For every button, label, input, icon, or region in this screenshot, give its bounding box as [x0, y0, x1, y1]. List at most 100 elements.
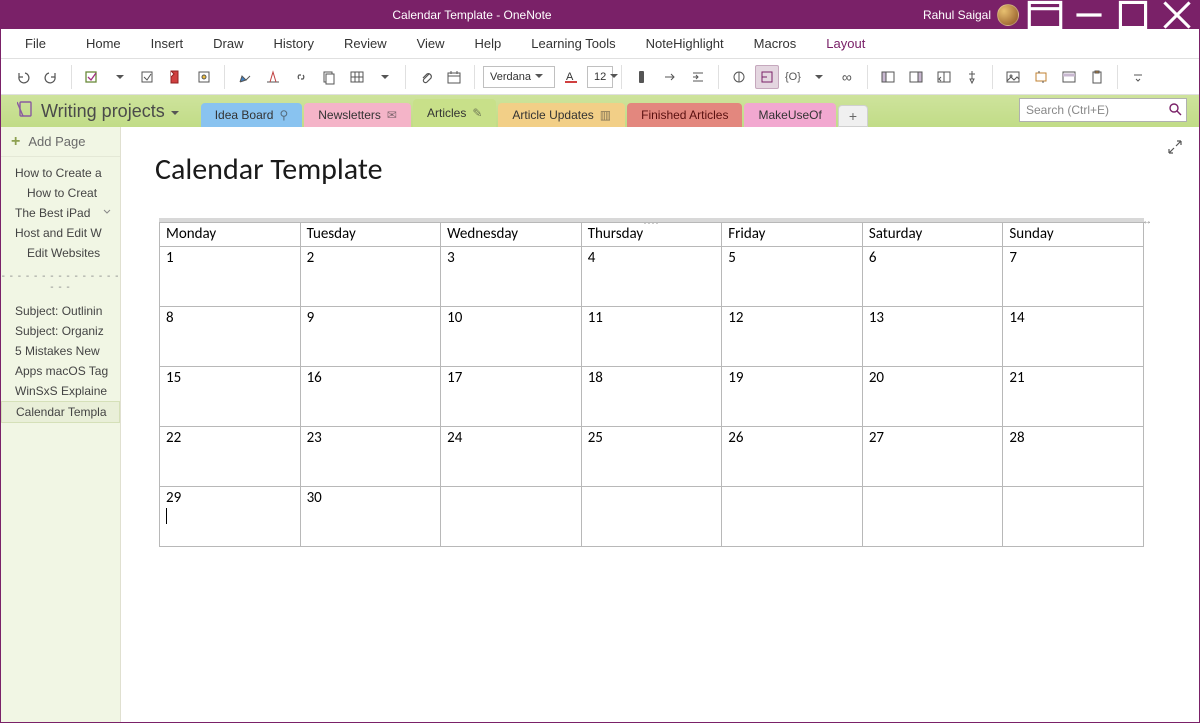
- section-tab-idea-board[interactable]: Idea Board⚲: [201, 103, 303, 127]
- checkbox-tag-button[interactable]: [80, 65, 104, 89]
- calendar-cell[interactable]: 4: [581, 247, 722, 307]
- page-item[interactable]: 5 Mistakes New: [1, 341, 120, 361]
- calendar-cell[interactable]: 2: [300, 247, 441, 307]
- calendar-table[interactable]: MondayTuesdayWednesdayThursdayFridaySatu…: [159, 222, 1144, 547]
- container-button[interactable]: [1057, 65, 1081, 89]
- calendar-cell[interactable]: 29: [160, 487, 301, 547]
- page-item[interactable]: Edit Websites: [1, 243, 120, 263]
- picture-button[interactable]: [1001, 65, 1025, 89]
- maximize-button[interactable]: [1111, 1, 1155, 29]
- calendar-cell[interactable]: 22: [160, 427, 301, 487]
- infinity-button[interactable]: ∞: [835, 65, 859, 89]
- page-item[interactable]: How to Create a: [1, 163, 120, 183]
- link-button[interactable]: [289, 65, 313, 89]
- crop-button[interactable]: [1029, 65, 1053, 89]
- calendar-cell[interactable]: 18: [581, 367, 722, 427]
- calendar-cell[interactable]: 7: [1003, 247, 1144, 307]
- user-area[interactable]: Rahul Saigal: [923, 4, 1023, 26]
- calendar-cell[interactable]: 8: [160, 307, 301, 367]
- page-item[interactable]: The Best iPad: [1, 203, 120, 223]
- eraser-button[interactable]: [630, 65, 654, 89]
- expand-icon[interactable]: [1167, 139, 1183, 158]
- ribbon-overflow-button[interactable]: [1126, 65, 1150, 89]
- calendar-cell[interactable]: [862, 487, 1003, 547]
- redo-button[interactable]: [39, 65, 63, 89]
- calendar-cell[interactable]: 9: [300, 307, 441, 367]
- pen-2-button[interactable]: [261, 65, 285, 89]
- menu-help[interactable]: Help: [461, 32, 516, 55]
- page-item[interactable]: Apps macOS Tag: [1, 361, 120, 381]
- calendar-cell[interactable]: 30: [300, 487, 441, 547]
- calendar-cell[interactable]: 11: [581, 307, 722, 367]
- section-tab-newsletters[interactable]: Newsletters✉: [304, 103, 411, 127]
- calendar-cell[interactable]: 23: [300, 427, 441, 487]
- page-title[interactable]: Calendar Template: [155, 151, 1169, 188]
- ribbon-display-button[interactable]: [1023, 1, 1067, 29]
- page-item[interactable]: Subject: Organiz: [1, 321, 120, 341]
- calendar-cell[interactable]: 16: [300, 367, 441, 427]
- page-item[interactable]: How to Creat: [1, 183, 120, 203]
- close-button[interactable]: [1155, 1, 1199, 29]
- calendar-cell[interactable]: 26: [722, 427, 863, 487]
- menu-learning-tools[interactable]: Learning Tools: [517, 32, 629, 55]
- calendar-day-header[interactable]: Monday: [160, 223, 301, 247]
- calendar-day-header[interactable]: Saturday: [862, 223, 1003, 247]
- chevron-down-icon[interactable]: [807, 65, 831, 89]
- notebook-dropdown[interactable]: Writing projects: [11, 100, 185, 127]
- calendar-day-header[interactable]: Tuesday: [300, 223, 441, 247]
- calendar-cell[interactable]: 15: [160, 367, 301, 427]
- menu-notehighlight[interactable]: NoteHighlight: [632, 32, 738, 55]
- menu-layout[interactable]: Layout: [812, 32, 879, 55]
- menu-file[interactable]: File: [11, 32, 70, 55]
- calendar-cell[interactable]: 28: [1003, 427, 1144, 487]
- table-button[interactable]: [345, 65, 369, 89]
- dock-left-button[interactable]: [876, 65, 900, 89]
- font-name-select[interactable]: Verdana: [483, 66, 555, 88]
- section-tab-finished-articles[interactable]: Finished Articles: [627, 103, 742, 127]
- calendar-cell[interactable]: 24: [441, 427, 582, 487]
- add-page-button[interactable]: + Add Page: [1, 127, 120, 157]
- font-size-select[interactable]: 12: [587, 66, 613, 88]
- menu-insert[interactable]: Insert: [137, 32, 198, 55]
- indent-button[interactable]: [686, 65, 710, 89]
- minimize-button[interactable]: [1067, 1, 1111, 29]
- calendar-cell[interactable]: 6: [862, 247, 1003, 307]
- calendar-cell[interactable]: 27: [862, 427, 1003, 487]
- calendar-day-header[interactable]: Friday: [722, 223, 863, 247]
- add-section-button[interactable]: +: [838, 105, 868, 127]
- calendar-cell[interactable]: 20: [862, 367, 1003, 427]
- calendar-cell[interactable]: 17: [441, 367, 582, 427]
- dock-right-button[interactable]: [904, 65, 928, 89]
- dock-bottom-button[interactable]: [932, 65, 956, 89]
- undo-button[interactable]: [11, 65, 35, 89]
- calendar-day-header[interactable]: Sunday: [1003, 223, 1144, 247]
- clipboard-button[interactable]: [1085, 65, 1109, 89]
- calendar-day-header[interactable]: Wednesday: [441, 223, 582, 247]
- font-color-button[interactable]: A: [559, 65, 583, 89]
- search-input[interactable]: Search (Ctrl+E): [1019, 98, 1187, 122]
- chevron-down-icon[interactable]: [108, 65, 132, 89]
- calendar-container[interactable]: ···· ↔ MondayTuesdayWednesdayThursdayFri…: [159, 218, 1144, 547]
- menu-history[interactable]: History: [260, 32, 328, 55]
- calendar-cell[interactable]: 21: [1003, 367, 1144, 427]
- calendar-cell[interactable]: 19: [722, 367, 863, 427]
- menu-draw[interactable]: Draw: [199, 32, 257, 55]
- page-item[interactable]: WinSxS Explaine: [1, 381, 120, 401]
- calendar-cell[interactable]: [581, 487, 722, 547]
- arrow-right-icon[interactable]: [658, 65, 682, 89]
- calendar-cell[interactable]: [722, 487, 863, 547]
- outlook-task-button[interactable]: [164, 65, 188, 89]
- calendar-cell[interactable]: 5: [722, 247, 863, 307]
- calendar-cell[interactable]: 13: [862, 307, 1003, 367]
- pen-1-button[interactable]: [233, 65, 257, 89]
- calendar-cell[interactable]: [441, 487, 582, 547]
- favorite-tag-button[interactable]: [136, 65, 160, 89]
- container-handle-right-icon[interactable]: ↔: [1142, 216, 1152, 227]
- page-item[interactable]: Calendar Templa: [1, 401, 120, 423]
- brackets-button[interactable]: {O}: [783, 65, 803, 89]
- calendar-cell[interactable]: 14: [1003, 307, 1144, 367]
- section-tab-makeuseof[interactable]: MakeUseOf: [744, 103, 835, 127]
- page-body[interactable]: Calendar Template ···· ↔ MondayTuesdayWe…: [121, 127, 1199, 722]
- chevron-down-icon[interactable]: [373, 65, 397, 89]
- calendar-cell[interactable]: 3: [441, 247, 582, 307]
